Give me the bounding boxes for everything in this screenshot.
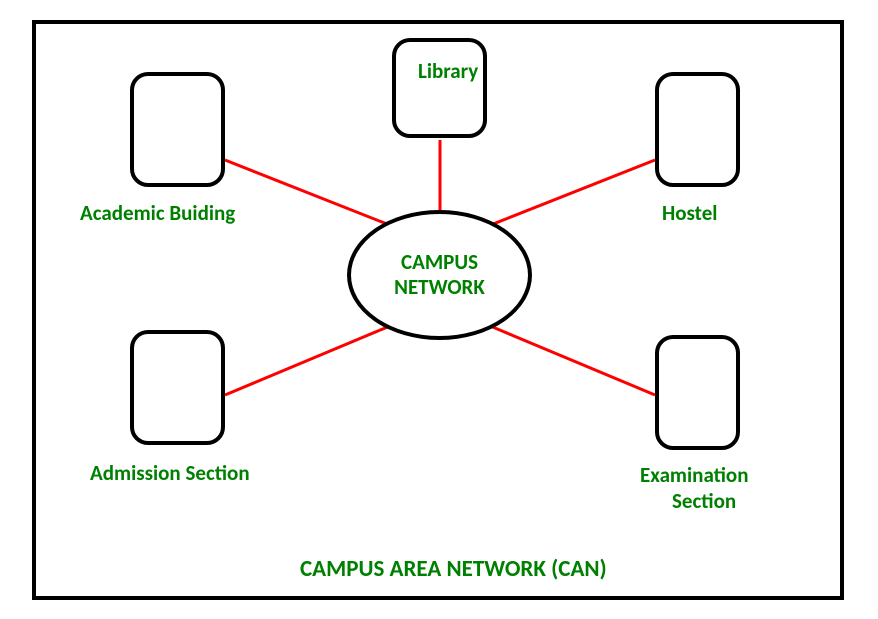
- node-admission-section: [130, 330, 225, 445]
- node-examination-section: [655, 335, 740, 450]
- center-line2: NETWORK: [394, 274, 485, 300]
- center-campus-network: CAMPUS NETWORK: [347, 210, 532, 340]
- center-line1: CAMPUS: [401, 249, 478, 275]
- node-library: [392, 38, 487, 138]
- label-examination-section-line2: Section: [672, 488, 736, 514]
- node-academic-building: [130, 72, 225, 187]
- label-admission-section: Admission Section: [90, 460, 250, 486]
- label-library: Library: [418, 58, 478, 84]
- node-hostel: [655, 72, 740, 187]
- label-academic-building: Academic Buiding: [80, 200, 235, 226]
- diagram-title: CAMPUS AREA NETWORK (CAN): [300, 555, 607, 583]
- label-examination-section-line1: Examination: [640, 462, 748, 488]
- label-hostel: Hostel: [662, 200, 717, 226]
- center-label: CAMPUS NETWORK: [394, 250, 485, 300]
